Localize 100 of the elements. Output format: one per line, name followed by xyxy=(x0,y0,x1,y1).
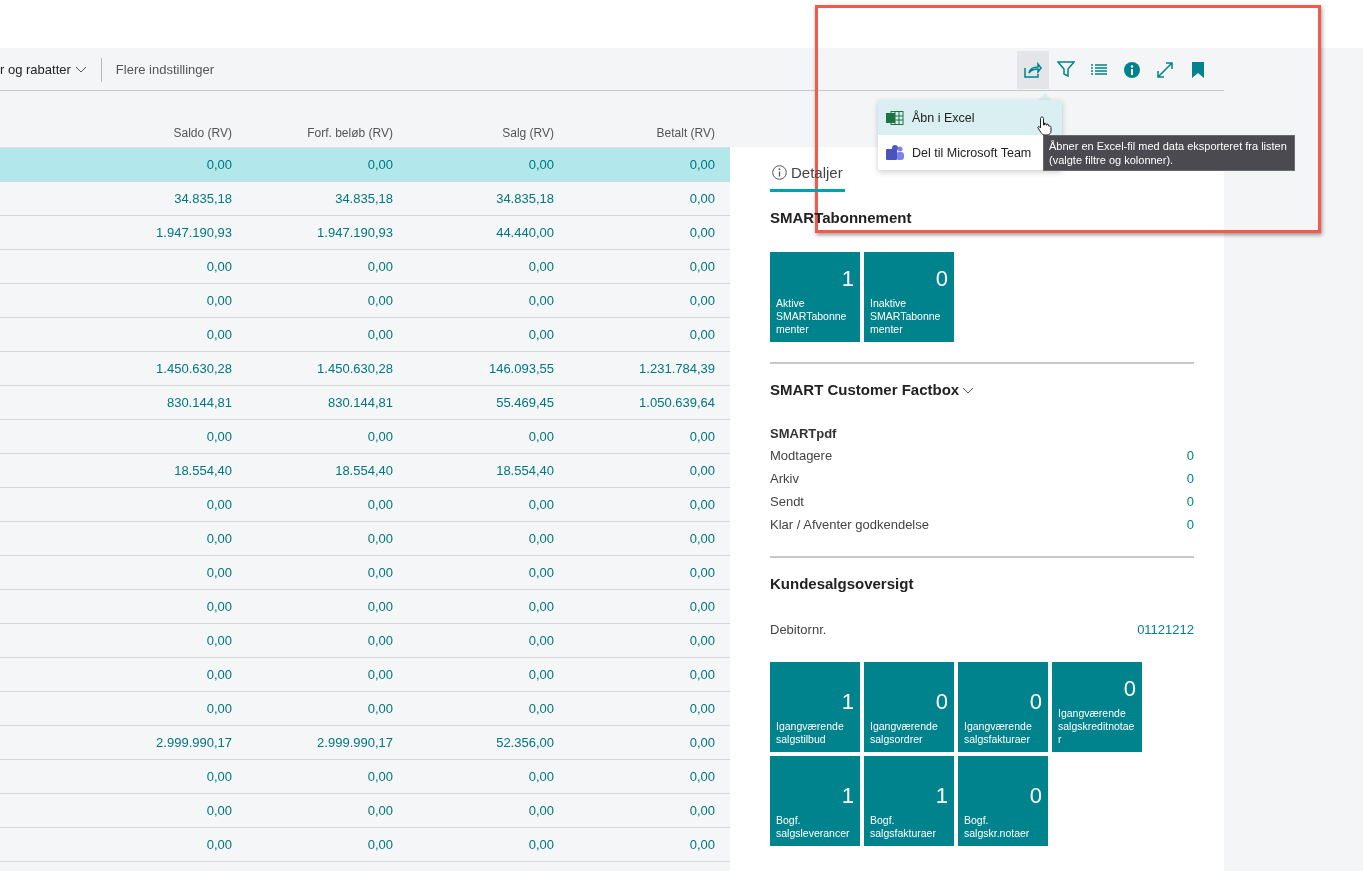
info-icon xyxy=(772,164,787,180)
toolbar-action[interactable]: r og rabatter xyxy=(0,57,101,82)
table-cell-text: 2.999.990,17 xyxy=(155,735,232,750)
field-label: Debitornr. xyxy=(770,621,827,639)
table-cell-text: 0,00 xyxy=(527,157,554,172)
cue-tile[interactable]: 0 Bogf. salgskr.notaer xyxy=(958,756,1048,846)
table-cell-text: 0,00 xyxy=(527,259,554,274)
field-label: Sendt xyxy=(770,493,804,511)
table-cell-text: 0,00 xyxy=(205,293,232,308)
menu-item[interactable]: Åbn i Excel xyxy=(878,100,1062,135)
chevron-down-icon xyxy=(74,66,87,73)
tile-label: Bogf. salgskr.notaer xyxy=(964,814,1031,840)
field-value[interactable]: 0 xyxy=(1186,467,1194,490)
table-cell-text: 0,00 xyxy=(366,327,393,342)
tile-label: Bogf. salgsleverancer xyxy=(776,814,851,840)
section-title: Kundesalgsoversigt xyxy=(770,574,914,594)
table-cell-text: 0,00 xyxy=(205,429,232,444)
expand-icon xyxy=(1157,61,1173,78)
cue-tile[interactable]: 1 Igangværende salgstilbud xyxy=(770,662,860,752)
table-cell-text: 34.835,18 xyxy=(495,191,554,206)
field-value[interactable]: 01121212 xyxy=(1137,618,1194,641)
field-value[interactable]: 0 xyxy=(1186,444,1194,467)
table-cell-text: 0,00 xyxy=(205,531,232,546)
tile-count: 0 xyxy=(935,265,948,293)
table-cell-text: 0,00 xyxy=(527,667,554,682)
table-cell-text: 830.144,81 xyxy=(165,395,232,410)
table-cell-text: 0,00 xyxy=(688,327,715,342)
table-cell-text: 0,00 xyxy=(527,633,554,648)
table-cell-text: 0,00 xyxy=(205,837,232,852)
cue-tile[interactable]: 1 Bogf. salgsleverancer xyxy=(770,756,860,846)
table-cell-text: 1.947.190,93 xyxy=(155,225,232,240)
table-cell-text: 0,00 xyxy=(205,157,232,172)
share-button[interactable] xyxy=(1017,50,1049,89)
cue-tile[interactable]: 0 Igangværende salgskreditnotaer xyxy=(1052,662,1142,752)
cue-tile[interactable]: 0 Igangværende salgsordrer xyxy=(864,662,954,752)
table-cell-text: 0,00 xyxy=(366,837,393,852)
tile-count: 0 xyxy=(1029,688,1042,716)
table-cell-text: 1.050.639,64 xyxy=(638,395,715,410)
toolbar-action[interactable]: Flere indstillinger xyxy=(100,57,229,82)
table-cell-text: 0,00 xyxy=(205,633,232,648)
table-cell-text: 0,00 xyxy=(366,429,393,444)
table-cell-text: 0,00 xyxy=(205,803,232,818)
tile-count: 1 xyxy=(841,782,854,810)
field-label: Arkiv xyxy=(770,470,799,488)
table-cell-text: 0,00 xyxy=(688,531,715,546)
share-icon xyxy=(1024,61,1042,78)
field-label: Modtagere xyxy=(770,447,833,465)
column-header[interactable]: Saldo (RV) xyxy=(71,126,232,140)
table-cell-text: 0,00 xyxy=(527,701,554,716)
bookmark-icon xyxy=(1192,61,1204,78)
table-cell-text: 52.356,00 xyxy=(495,735,554,750)
field-value[interactable]: 0 xyxy=(1186,490,1194,513)
tile-count: 1 xyxy=(841,688,854,716)
tile-label: Inaktive SMARTabonnementer xyxy=(870,297,942,336)
info-icon xyxy=(1124,61,1140,78)
table-cell-text: 1.450.630,28 xyxy=(316,361,393,376)
hand-cursor-icon xyxy=(1037,116,1053,136)
table-cell-text: 34.835,18 xyxy=(173,191,232,206)
selected-row[interactable]: 0,00 0,00 0,00 0,00 xyxy=(0,148,730,182)
table-cell-text: 18.554,40 xyxy=(495,463,554,478)
column-header[interactable]: Salg (RV) xyxy=(393,126,554,140)
table-cell-text: 2.999.990,17 xyxy=(316,735,393,750)
table-cell-text: 0,00 xyxy=(527,531,554,546)
list-icon xyxy=(1091,63,1107,76)
table-cell-text: 0,00 xyxy=(527,293,554,308)
table-cell-text: 0,00 xyxy=(366,531,393,546)
table-cell-text: 0,00 xyxy=(688,599,715,614)
table-cell-text: 18.554,40 xyxy=(334,463,393,478)
table-cell-text: 0,00 xyxy=(688,633,715,648)
table-cell-text: 0,00 xyxy=(366,157,393,172)
tile-label: Aktive SMARTabonnementer xyxy=(776,297,848,336)
table-cell-text: 0,00 xyxy=(366,259,393,274)
table-cell-text: 0,00 xyxy=(205,497,232,512)
table-cell-text: 0,00 xyxy=(205,599,232,614)
cue-tile[interactable]: 0 Igangværende salgsfakturaer xyxy=(958,662,1048,752)
table-cell-text: 0,00 xyxy=(688,837,715,852)
menu-item[interactable]: Del til Microsoft Team xyxy=(878,135,1040,170)
table-cell-text: 0,00 xyxy=(205,327,232,342)
table-cell-text: 0,00 xyxy=(688,565,715,580)
cue-tile[interactable]: 1 Aktive SMARTabonnementer xyxy=(770,252,860,342)
column-header[interactable]: Betalt (RV) xyxy=(554,126,715,140)
table-cell-text: 0,00 xyxy=(366,497,393,512)
table-cell-text: 0,00 xyxy=(527,565,554,580)
tile-count: 0 xyxy=(1029,782,1042,810)
group-title: SMARTpdf xyxy=(770,425,838,443)
tooltip: Åbner en Excel-fil med data eksporteret fra listen (valgte filtre og kolonner). xyxy=(1043,135,1295,171)
tile-count: 0 xyxy=(935,688,948,716)
table-cell-text: 0,00 xyxy=(366,803,393,818)
table-cell-text: 830.144,81 xyxy=(326,395,393,410)
table-cell-text: 0,00 xyxy=(688,225,715,240)
table-cell-text: 0,00 xyxy=(205,667,232,682)
field-value[interactable]: 0 xyxy=(1186,513,1194,536)
tile-count: 1 xyxy=(935,782,948,810)
cue-tile[interactable]: 1 Bogf. salgsfakturaer xyxy=(864,756,954,846)
table-cell-text: 0,00 xyxy=(205,769,232,784)
table-cell-text: 0,00 xyxy=(527,837,554,852)
table-cell-text: 0,00 xyxy=(366,293,393,308)
column-header[interactable]: Forf. beløb (RV) xyxy=(232,126,393,140)
section-title[interactable]: SMART Customer Factbox xyxy=(770,378,960,402)
cue-tile[interactable]: 0 Inaktive SMARTabonnementer xyxy=(864,252,954,342)
